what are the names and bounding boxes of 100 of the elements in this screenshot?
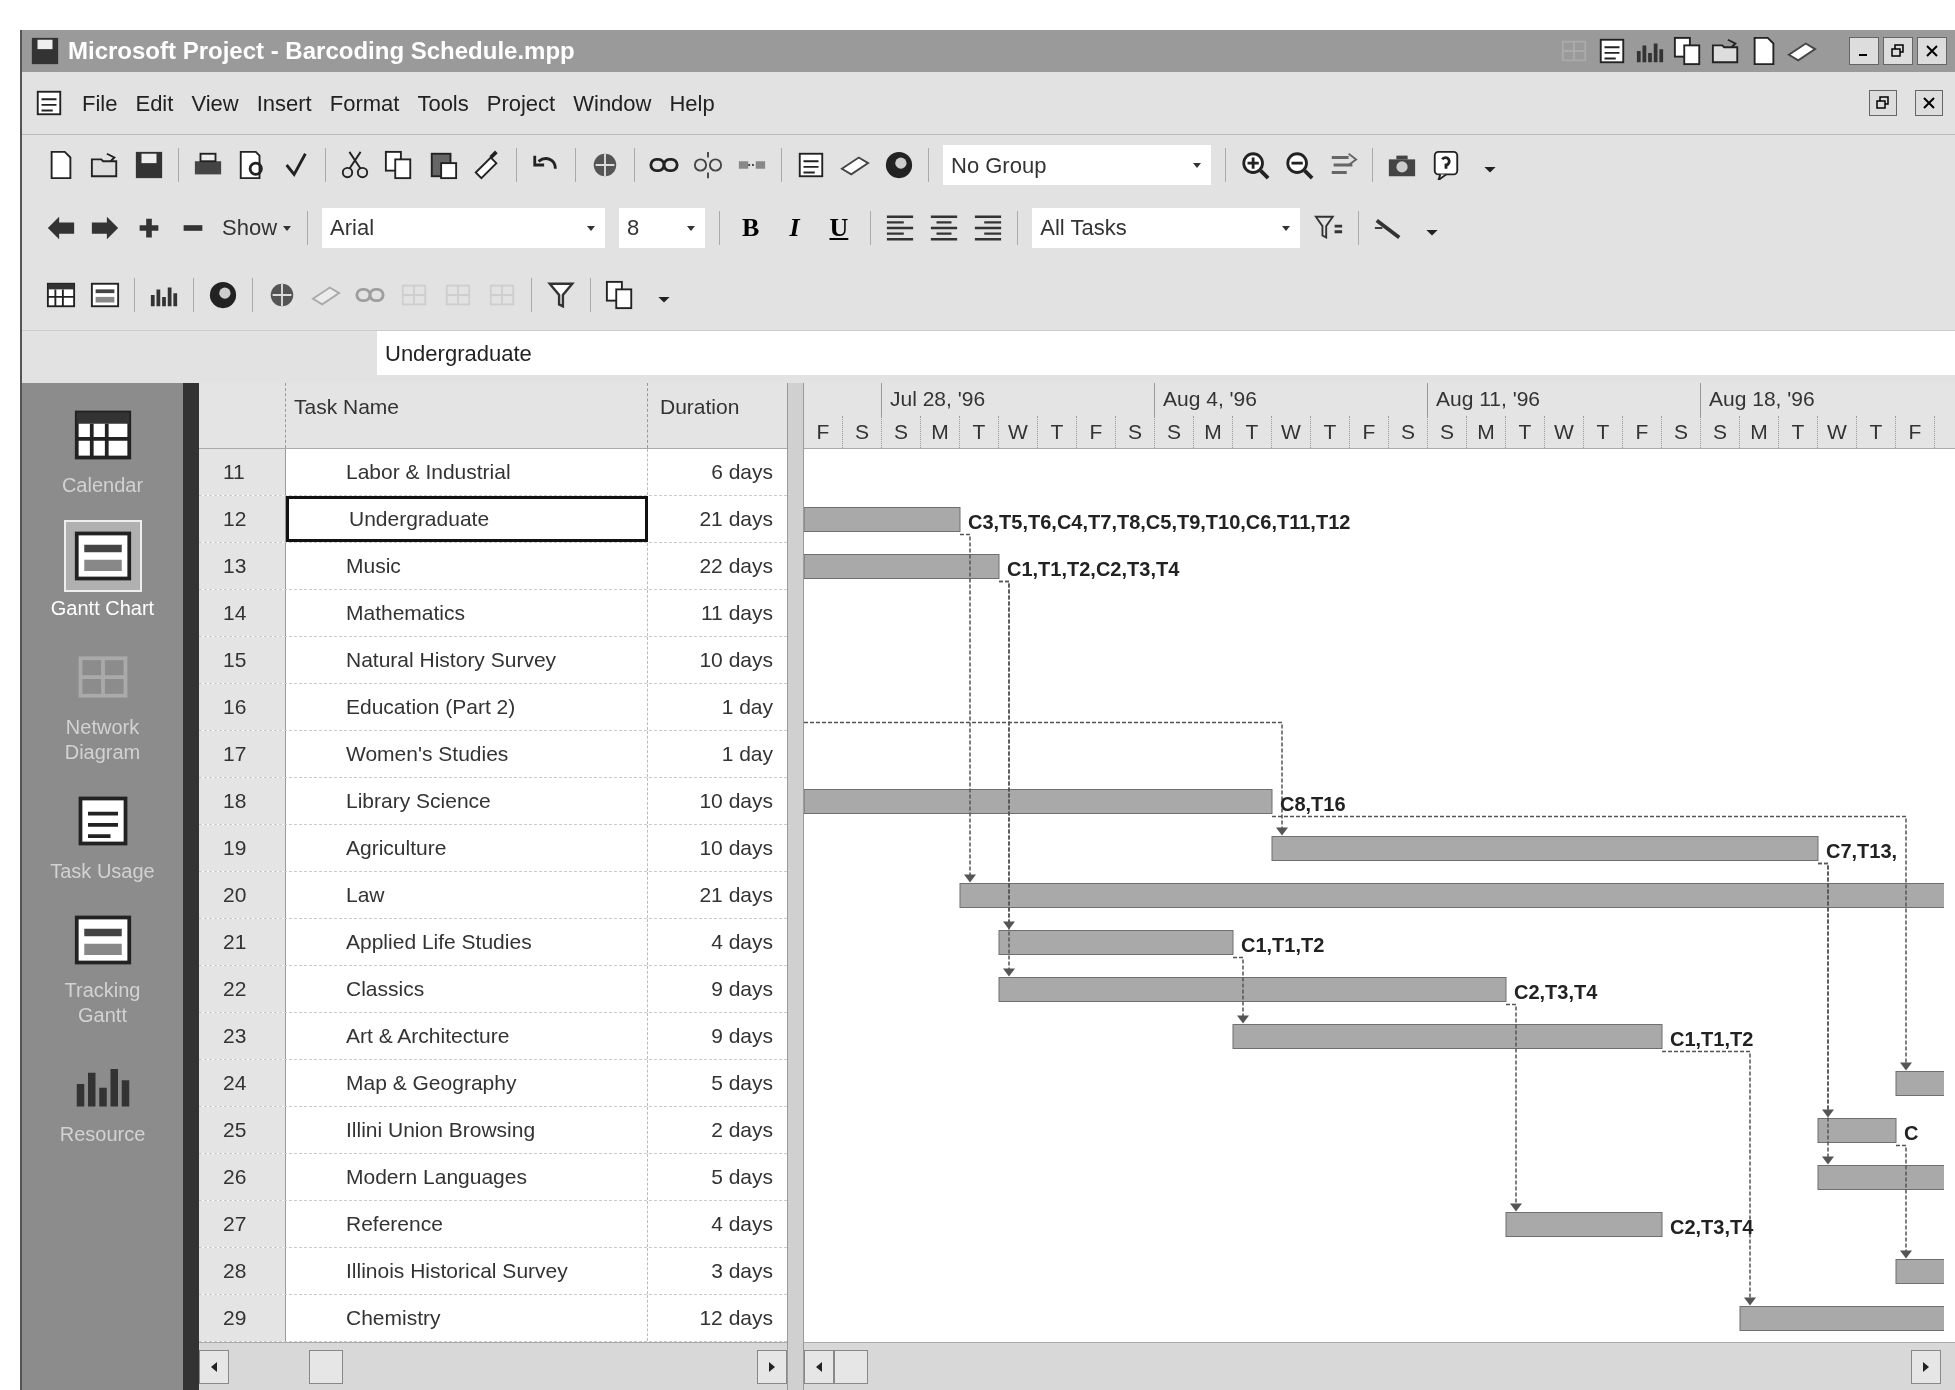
table-cell[interactable]: Music <box>286 543 648 589</box>
day-label: F <box>1362 418 1376 445</box>
menu-item[interactable]: File <box>82 86 118 120</box>
day-label: S <box>1713 418 1727 445</box>
day-label: S <box>1401 418 1415 445</box>
column-header[interactable]: Task Name <box>294 395 400 418</box>
day-label: S <box>1674 418 1688 445</box>
row-number: 26 <box>223 1164 247 1191</box>
table-cell[interactable]: Applied Life Studies <box>286 919 648 965</box>
table-cell[interactable]: Undergraduate <box>286 496 648 542</box>
bar-label: C1,T1,T2 <box>1670 1026 1754 1052</box>
day-label: W <box>1281 418 1301 445</box>
table-cell[interactable]: Mathematics <box>286 590 648 636</box>
menu-item[interactable]: View <box>191 86 239 120</box>
menu-item[interactable]: Tools <box>417 86 469 120</box>
row-number: 22 <box>223 976 247 1003</box>
row-number: 14 <box>223 600 247 627</box>
table-cell[interactable]: Modern Languages <box>286 1154 648 1200</box>
row-number: 25 <box>223 1117 247 1144</box>
menu-item[interactable]: Insert <box>256 86 312 120</box>
week-label: Aug 18, '96 <box>1709 387 1815 410</box>
table-cell-text: 10 days <box>698 647 774 674</box>
dropdown[interactable]: Arial <box>322 207 606 248</box>
bar-label: C3,T5,T6,C4,T7,T8,C5,T9,T10,C6,T11,T12 <box>968 509 1351 535</box>
bar-label: C <box>1904 1120 1919 1146</box>
day-label: S <box>894 418 908 445</box>
day-label: T <box>1791 418 1805 445</box>
menu-item[interactable]: Project <box>486 86 556 120</box>
row-number: 24 <box>223 1070 247 1097</box>
day-label: W <box>1008 418 1028 445</box>
table-cell-text: 1 day <box>720 694 774 721</box>
table-cell[interactable]: Agriculture <box>286 825 648 871</box>
table-cell[interactable]: Labor & Industrial <box>286 449 648 495</box>
table-cell[interactable]: Library Science <box>286 778 648 824</box>
row-number: 29 <box>223 1305 247 1332</box>
table-cell-text: 9 days <box>710 1023 774 1050</box>
row-number: 21 <box>223 929 247 956</box>
table-cell[interactable]: Education (Part 2) <box>286 684 648 730</box>
day-label: T <box>1518 418 1532 445</box>
table-cell[interactable]: Art & Architecture <box>286 1013 648 1059</box>
table-cell-text: 12 days <box>698 1305 774 1332</box>
table-cell[interactable]: Reference <box>286 1201 648 1247</box>
table-cell[interactable]: Women's Studies <box>286 731 648 777</box>
day-label: M <box>1477 418 1495 445</box>
menu-item[interactable]: Help <box>669 86 715 120</box>
table-cell-text: 10 days <box>698 835 774 862</box>
day-label: M <box>1204 418 1222 445</box>
table-cell-text: 5 days <box>710 1164 774 1191</box>
table-cell[interactable]: Illinois Historical Survey <box>286 1248 648 1294</box>
italic-button[interactable]: I <box>781 208 808 247</box>
table-cell[interactable]: Classics <box>286 966 648 1012</box>
menu-item[interactable]: Format <box>329 86 400 120</box>
bar-label: C7,T13, <box>1826 838 1898 864</box>
dropdown[interactable]: All Tasks <box>1032 207 1301 248</box>
row-number: 17 <box>223 741 247 768</box>
table-cell-text: 6 days <box>710 459 774 486</box>
week-label: Jul 28, '96 <box>890 387 986 410</box>
week-label: Aug 11, '96 <box>1436 387 1541 410</box>
day-label: T <box>972 418 986 445</box>
underline-button[interactable]: U <box>821 208 857 247</box>
day-label: F <box>1635 418 1649 445</box>
table-cell-text: 21 days <box>698 882 774 909</box>
column-header[interactable]: Duration <box>660 395 740 418</box>
window-title: Microsoft Project - Barcoding Schedule.mpp <box>68 36 575 66</box>
table-cell[interactable]: Natural History Survey <box>286 637 648 683</box>
day-label: T <box>1323 418 1337 445</box>
day-label: T <box>1245 418 1259 445</box>
row-number: 23 <box>223 1023 247 1050</box>
bar-label: C1,T1,T2,C2,T3,T4 <box>1007 556 1180 582</box>
table-cell-text: 21 days <box>698 506 774 533</box>
week-label: Aug 4, '96 <box>1163 387 1257 410</box>
menu-item[interactable]: Edit <box>135 86 174 120</box>
entry-field[interactable]: Undergraduate <box>377 331 1955 375</box>
row-number: 16 <box>223 694 247 721</box>
row-number: 27 <box>223 1211 247 1238</box>
menu-item[interactable]: Window <box>573 86 652 120</box>
table-cell[interactable]: Law <box>286 872 648 918</box>
table-cell-text: 5 days <box>710 1070 774 1097</box>
day-label: F <box>1908 418 1922 445</box>
bar-label: C2,T3,T4 <box>1514 979 1598 1005</box>
table-cell-text: 1 day <box>720 741 774 768</box>
row-number: 13 <box>223 553 247 580</box>
table-cell-text: 4 days <box>710 1211 774 1238</box>
day-label: F <box>816 418 830 445</box>
day-label: T <box>1869 418 1883 445</box>
table-cell[interactable]: Illini Union Browsing <box>286 1107 648 1153</box>
table-cell[interactable]: Map & Geography <box>286 1060 648 1106</box>
table-cell-text: 3 days <box>710 1258 774 1285</box>
day-label: S <box>1128 418 1142 445</box>
bold-button[interactable]: B <box>734 208 768 247</box>
table-cell-text: 4 days <box>710 929 774 956</box>
table-cell[interactable]: Chemistry <box>286 1295 648 1341</box>
table-cell-text: 9 days <box>710 976 774 1003</box>
bar-label: C2,T3,T4 <box>1670 1214 1754 1240</box>
show-button[interactable]: Show <box>222 211 294 244</box>
dropdown[interactable]: No Group <box>943 145 1211 185</box>
day-label: M <box>1750 418 1768 445</box>
day-label: S <box>1167 418 1181 445</box>
row-number: 15 <box>223 647 247 674</box>
dropdown[interactable]: 8 <box>619 207 706 248</box>
